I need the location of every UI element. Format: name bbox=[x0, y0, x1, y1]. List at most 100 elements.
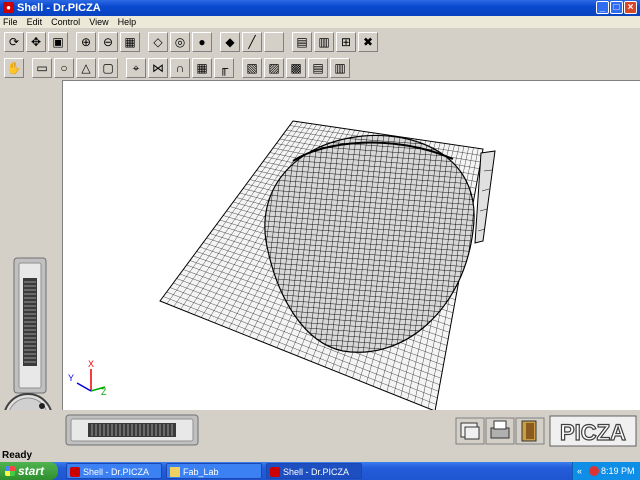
brush-icon: ╱ bbox=[248, 35, 256, 49]
bottom-control-panel: PICZA bbox=[0, 410, 640, 450]
print-preview-button[interactable]: ▥ bbox=[314, 32, 334, 52]
paint-bucket-button[interactable]: ◆ bbox=[220, 32, 240, 52]
print-preview-icon: ▥ bbox=[318, 35, 330, 49]
taskbar: start Shell - Dr.PICZA Fab_Lab Shell - D… bbox=[0, 462, 640, 480]
axis-indicator: X Y Z bbox=[68, 359, 107, 397]
taskbar-item-label: Shell - Dr.PICZA bbox=[283, 467, 350, 477]
menu-edit[interactable]: Edit bbox=[24, 16, 46, 28]
mirror-button[interactable]: ⋈ bbox=[148, 58, 168, 78]
select-rect-button[interactable]: ▭ bbox=[32, 58, 52, 78]
left-control-panel bbox=[0, 80, 62, 450]
fit-view-button[interactable]: ▦ bbox=[120, 32, 140, 52]
vertical-zoom-slider[interactable] bbox=[13, 257, 47, 394]
arch-button[interactable]: ∩ bbox=[170, 58, 190, 78]
menu-view[interactable]: View bbox=[86, 16, 111, 28]
zoom-out-icon: ⊖ bbox=[102, 35, 114, 49]
zoom-in-icon: ⊕ bbox=[80, 35, 92, 49]
exit-door-button[interactable] bbox=[515, 417, 545, 445]
hand-tool-button[interactable]: ✋ bbox=[4, 58, 24, 78]
grid-button[interactable]: ▦ bbox=[192, 58, 212, 78]
select-circle-button[interactable]: ○ bbox=[54, 58, 74, 78]
box-icon: ▧ bbox=[246, 61, 258, 75]
picza-logo-text: PICZA bbox=[560, 420, 626, 445]
cut-shape-icon: ⌖ bbox=[132, 61, 140, 75]
tray-arrow-icon[interactable]: « bbox=[577, 462, 582, 480]
maximize-button[interactable]: □ bbox=[610, 1, 623, 14]
grid-settings-button[interactable]: ▤ bbox=[292, 32, 312, 52]
dial-marker-icon bbox=[39, 403, 45, 409]
box-view-2-button[interactable]: ▨ bbox=[264, 58, 284, 78]
clock[interactable]: 8:19 PM bbox=[601, 462, 635, 480]
screenshot-button[interactable] bbox=[455, 417, 485, 445]
menu-help[interactable]: Help bbox=[115, 16, 140, 28]
close-button[interactable]: × bbox=[624, 1, 637, 14]
box-icon: ▩ bbox=[290, 61, 302, 75]
surface-view-button[interactable]: ◎ bbox=[170, 32, 190, 52]
select-poly-button[interactable]: △ bbox=[76, 58, 96, 78]
move-icon: ✥ bbox=[30, 35, 42, 49]
cube-tool-button[interactable]: ▣ bbox=[48, 32, 68, 52]
box-view-3-button[interactable]: ▩ bbox=[286, 58, 306, 78]
start-button[interactable]: start bbox=[0, 462, 58, 480]
frame-button[interactable]: ╓ bbox=[214, 58, 234, 78]
zoom-in-button[interactable]: ⊕ bbox=[76, 32, 96, 52]
status-bar: Ready bbox=[0, 450, 640, 462]
box-icon: ▥ bbox=[334, 61, 346, 75]
wireframe-cube-icon: ◇ bbox=[153, 35, 163, 49]
system-tray: « 8:19 PM bbox=[572, 462, 640, 480]
tray-app-icon[interactable] bbox=[589, 466, 599, 476]
hand-icon: ✋ bbox=[6, 61, 22, 75]
windows-flag-icon bbox=[5, 466, 15, 476]
menu-bar: File Edit Control View Help bbox=[0, 16, 640, 28]
edit-toolbar: ✋ ▭ ○ △ ▢ ⌖ ⋈ ∩ ▦ ╓ ▧ ▨ ▩ ▤ ▥ bbox=[0, 56, 640, 80]
box-view-1-button[interactable]: ▧ bbox=[242, 58, 262, 78]
brush-button[interactable]: ╱ bbox=[242, 32, 262, 52]
axis-z-label: Z bbox=[101, 387, 107, 397]
taskbar-item-label: Shell - Dr.PICZA bbox=[83, 467, 150, 477]
menu-control[interactable]: Control bbox=[48, 16, 83, 28]
window-title: Shell - Dr.PICZA bbox=[17, 2, 101, 14]
taskbar-item-label: Fab_Lab bbox=[183, 467, 219, 477]
measure-button[interactable]: ⊞ bbox=[336, 32, 356, 52]
rotate-tool-button[interactable]: ⟳ bbox=[4, 32, 24, 52]
minimize-button[interactable]: _ bbox=[596, 1, 609, 14]
horizontal-zoom-slider[interactable] bbox=[65, 414, 199, 446]
axis-x-label: X bbox=[88, 359, 94, 369]
select-all-icon: ▢ bbox=[102, 61, 114, 75]
app-icon bbox=[70, 467, 80, 477]
box-view-5-button[interactable]: ▥ bbox=[330, 58, 350, 78]
move-tool-button[interactable]: ✥ bbox=[26, 32, 46, 52]
box-view-4-button[interactable]: ▤ bbox=[308, 58, 328, 78]
grid-icon: ▦ bbox=[196, 61, 208, 75]
app-icon bbox=[270, 467, 280, 477]
measure-icon: ⊞ bbox=[340, 35, 352, 49]
app-icon[interactable]: ● bbox=[3, 2, 14, 13]
folder-icon bbox=[170, 467, 180, 477]
select-poly-icon: △ bbox=[81, 61, 91, 75]
fit-view-icon: ▦ bbox=[124, 35, 136, 49]
frame-icon: ╓ bbox=[219, 61, 229, 75]
blank-button[interactable] bbox=[264, 32, 284, 52]
shaded-view-button[interactable]: ● bbox=[192, 32, 212, 52]
menu-file[interactable]: File bbox=[0, 16, 21, 28]
picza-logo: PICZA bbox=[549, 415, 637, 447]
cut-shape-button[interactable]: ⌖ bbox=[126, 58, 146, 78]
select-all-button[interactable]: ▢ bbox=[98, 58, 118, 78]
box-icon: ▨ bbox=[268, 61, 280, 75]
taskbar-item-shell-2[interactable]: Shell - Dr.PICZA bbox=[266, 463, 362, 479]
tools-icon: ✖ bbox=[362, 35, 374, 49]
3d-viewport[interactable]: X Y Z bbox=[62, 80, 640, 411]
rotate-icon: ⟳ bbox=[8, 35, 20, 49]
mirror-icon: ⋈ bbox=[152, 61, 164, 75]
start-label: start bbox=[18, 464, 45, 478]
print-button[interactable] bbox=[485, 417, 515, 445]
wireframe-view-button[interactable]: ◇ bbox=[148, 32, 168, 52]
select-circle-icon: ○ bbox=[60, 61, 68, 75]
taskbar-item-shell-1[interactable]: Shell - Dr.PICZA bbox=[66, 463, 162, 479]
box-icon: ▤ bbox=[312, 61, 324, 75]
zoom-out-button[interactable]: ⊖ bbox=[98, 32, 118, 52]
taskbar-item-fab-lab[interactable]: Fab_Lab bbox=[166, 463, 262, 479]
tools-button[interactable]: ✖ bbox=[358, 32, 378, 52]
title-bar[interactable]: ● Shell - Dr.PICZA _ □ × bbox=[0, 0, 640, 16]
grid-settings-icon: ▤ bbox=[296, 35, 308, 49]
